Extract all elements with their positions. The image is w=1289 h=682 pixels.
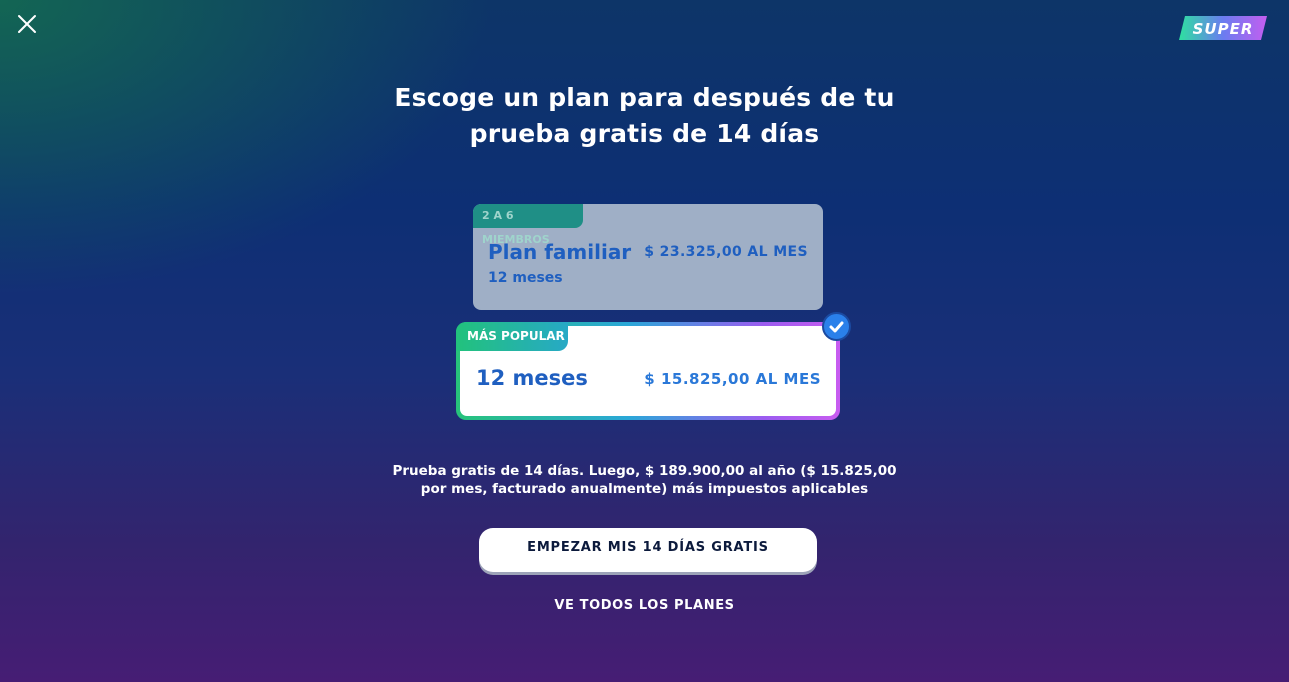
plan-card-family[interactable]: 2 A 6 MIEMBROS Plan familiar 12 meses $ … (473, 204, 823, 310)
page-title: Escoge un plan para después de tu prueba… (0, 80, 1289, 152)
selected-check-badge (822, 312, 851, 341)
trial-terms-line2: por mes, facturado anualmente) más impue… (420, 481, 869, 497)
plan-name-family: Plan familiar (488, 240, 632, 264)
checkmark-icon (829, 321, 844, 333)
trial-terms: Prueba gratis de 14 días. Luego, $ 189.9… (0, 462, 1289, 498)
see-all-plans-link[interactable]: VE TODOS LOS PLANES (0, 598, 1289, 613)
close-icon (18, 15, 36, 33)
plan-card-popular[interactable]: 12 meses $ 15.825,00 AL MES MÁS POPULAR (456, 322, 840, 420)
plan-price-popular: $ 15.825,00 AL MES (644, 370, 821, 388)
page-title-line2: prueba gratis de 14 días (469, 119, 820, 148)
trial-terms-line1: Prueba gratis de 14 días. Luego, $ 189.9… (392, 463, 897, 479)
super-logo: SUPER (1177, 14, 1269, 42)
plan-duration-family: 12 meses (488, 270, 563, 286)
plan-badge-members: 2 A 6 MIEMBROS (473, 204, 583, 246)
plan-name-popular: 12 meses (476, 366, 588, 390)
page-title-line1: Escoge un plan para después de tu (394, 83, 895, 112)
close-button[interactable] (15, 12, 39, 36)
plan-price-family: $ 23.325,00 AL MES (644, 244, 808, 260)
plan-badge-popular: MÁS POPULAR (456, 322, 568, 351)
logo-text: SUPER (1193, 20, 1254, 38)
start-trial-button[interactable]: EMPEZAR MIS 14 DÍAS GRATIS (479, 528, 817, 572)
